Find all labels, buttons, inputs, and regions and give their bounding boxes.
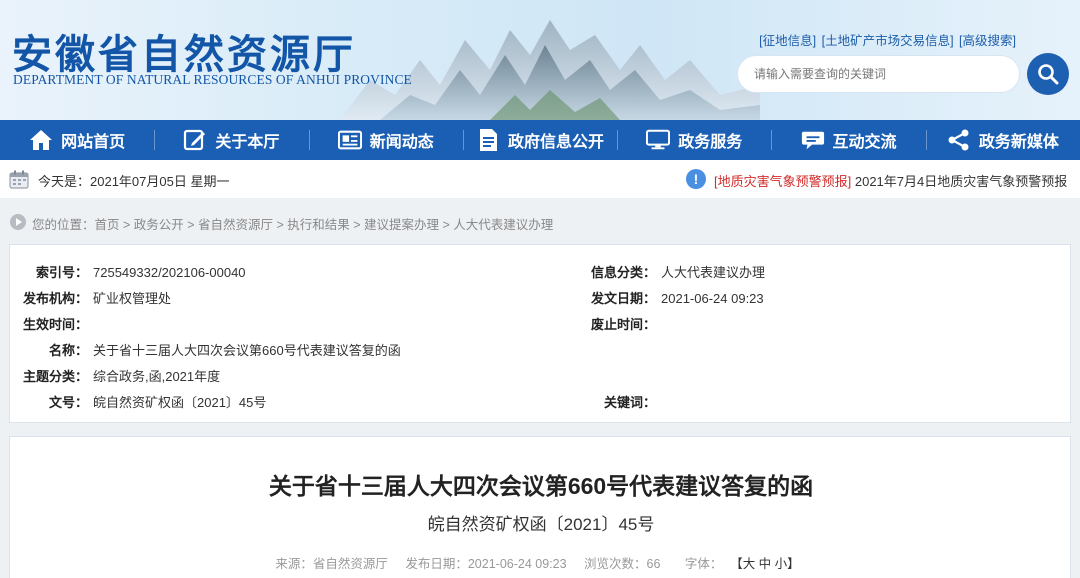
link-land-mineral-market[interactable]: [土地矿产市场交易信息] [822,34,954,48]
nav-label: 关于本厅 [215,134,280,151]
breadcrumb-text[interactable]: 您的位置：首页 > 政务公开 > 省自然资源厅 > 执行和结果 > 建议提案办理… [32,214,553,233]
font-size-options[interactable]: 【大 中 小】 [736,557,799,571]
alert-link[interactable]: [地质灾害气象预警预报] 2021年7月4日地质灾害气象预警预报 [714,171,1067,190]
site-header: 安徽省自然资源厅 DEPARTMENT OF NATURAL RESOURCES… [0,0,1080,120]
meta-publisher: 发布机构： 矿业权管理处 [22,291,172,306]
nav-label: 政务新媒体 [978,134,1059,151]
font-size-label: 字体： [684,557,723,571]
meta-publish-date: 发文日期： 2021-06-24 09:23 [590,291,764,306]
article-title: 关于省十三届人大四次会议第660号代表建议答复的函 [268,473,814,499]
alert-tag: [地质灾害气象预警预报] [714,174,852,189]
news-icon [337,128,362,152]
nav-item-home[interactable]: 网站首页 [0,120,154,160]
share-icon [947,128,971,152]
nav-item-interaction[interactable]: 互动交流 [771,120,925,160]
article: 关于省十三届人大四次会议第660号代表建议答复的函 皖自然资矿权函〔2021〕4… [9,436,1071,578]
nav-label: 政府信息公开 [507,134,604,151]
edit-icon [183,128,207,152]
nav-item-gov-info[interactable]: 政府信息公开 [462,120,617,160]
meta-name: 名称： 关于省十三届人大四次会议第660号代表建议答复的函 [48,343,401,358]
top-links: [征地信息] [土地矿产市场交易信息] [高级搜索] [757,30,1016,49]
link-land-acquisition[interactable]: [征地信息] [759,34,816,48]
search-icon [1038,64,1059,85]
nav-item-about[interactable]: 关于本厅 [154,120,308,160]
document-icon [476,128,500,152]
meta-doc-no: 文号： 皖自然资矿权函〔2021〕45号 [48,395,267,410]
monitor-icon [646,128,671,152]
site-logo-subtitle: DEPARTMENT OF NATURAL RESOURCES OF ANHUI… [13,72,412,87]
nav-label: 互动交流 [832,134,897,151]
article-date: 发布日期：2021-06-24 09:23 [405,557,567,571]
meta-effective: 生效时间： [22,317,88,332]
article-views: 浏览次数：66 [584,557,661,571]
alert-icon: ! [686,169,706,189]
mountain-banner-image [340,20,760,120]
search-box [737,55,1020,93]
meta-keywords: 关键词： [603,395,656,410]
nav-label: 网站首页 [61,134,126,151]
link-advanced-search[interactable]: [高级搜索] [959,34,1016,48]
article-meta: 来源：省自然资源厅 发布日期：2021-06-24 09:23 浏览次数：66 … [10,553,1072,572]
nav-label: 新闻动态 [369,134,434,151]
font-size-control: 字体： 【大 中 小】 [678,557,807,571]
nav-label: 政务服务 [678,134,743,151]
main-nav: 网站首页 关于本厅 新闻动态 政府信息公开 政务服务 互动交流 政务新媒体 [0,120,1080,160]
calendar-icon [9,170,29,189]
nav-item-news[interactable]: 新闻动态 [308,120,463,160]
meta-index-no: 索引号： 725549332/202106-00040 [35,265,246,280]
meta-expiry: 废止时间： [590,317,656,332]
meta-category: 信息分类： 人大代表建议办理 [590,265,766,280]
chat-icon [801,128,825,152]
article-source: 来源：省自然资源厅 [275,557,388,571]
meta-topic: 主题分类： 综合政务,函,2021年度 [22,369,221,384]
nav-item-new-media[interactable]: 政务新媒体 [925,120,1080,160]
location-arrow-icon [10,214,26,230]
today-date: 今天是：2021年07月05日 星期一 [38,174,230,189]
document-metadata: 索引号： 725549332/202106-00040 信息分类： 人大代表建议办理… [9,244,1071,423]
search-input[interactable] [754,56,1014,92]
breadcrumb: 您的位置：首页 > 政务公开 > 省自然资源厅 > 执行和结果 > 建议提案办理… [0,210,1080,234]
nav-item-services[interactable]: 政务服务 [617,120,771,160]
home-icon [29,128,53,152]
search-button[interactable] [1027,53,1069,95]
alert-text: 2021年7月4日地质灾害气象预警预报 [854,174,1068,189]
article-doc-number: 皖自然资矿权函〔2021〕45号 [427,515,655,534]
date-bar: 今天是：2021年07月05日 星期一 ! [地质灾害气象预警预报] 2021年… [0,160,1080,198]
